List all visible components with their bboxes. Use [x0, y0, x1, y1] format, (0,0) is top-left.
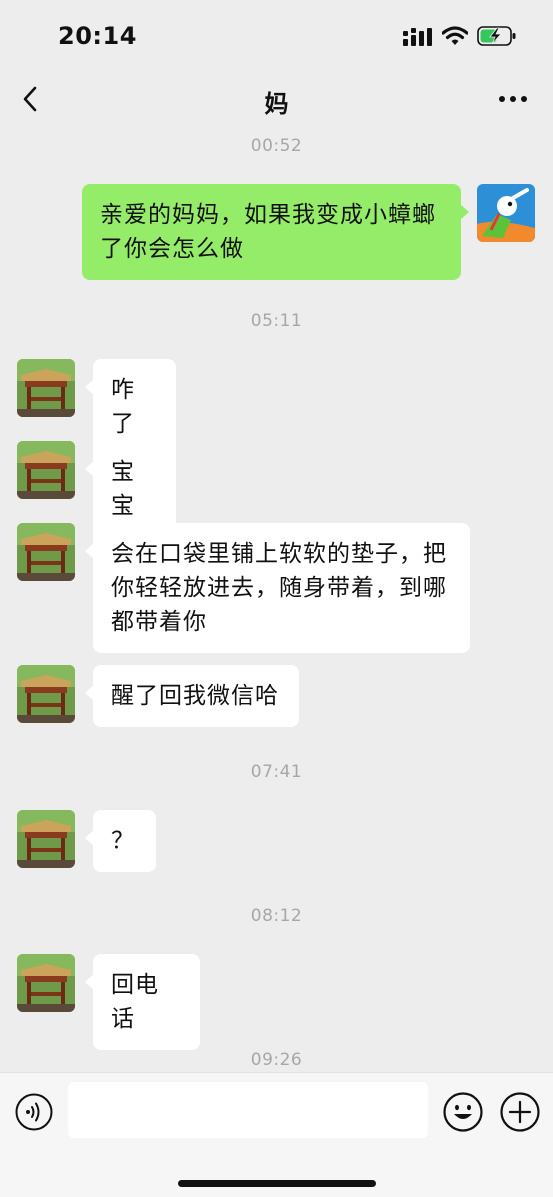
battery-icon — [477, 26, 516, 46]
pavilion-photo-image — [17, 810, 75, 868]
chat-screen: 20:14 妈 00:52 亲爱的妈妈，如果我变成小蟑螂了你会怎么做 05:11… — [0, 0, 553, 1197]
contact-avatar[interactable] — [17, 665, 75, 723]
timestamp: 07:41 — [250, 762, 303, 782]
pavilion-photo-image — [17, 441, 75, 499]
message-bubble-received[interactable]: ？ — [85, 810, 156, 872]
contact-avatar[interactable] — [17, 523, 75, 581]
nav-bar: 妈 — [0, 72, 553, 128]
timestamp: 05:11 — [250, 311, 303, 331]
voice-icon[interactable] — [14, 1092, 54, 1132]
message-bubble-received[interactable]: 会在口袋里铺上软软的垫子，把你轻轻放进去，随身带着，到哪都带着你 — [85, 523, 470, 653]
timestamp: 09:26 — [250, 1050, 303, 1070]
status-time: 20:14 — [58, 22, 137, 50]
contact-avatar[interactable] — [17, 954, 75, 1012]
my-avatar[interactable] — [477, 184, 535, 242]
input-bar — [0, 1072, 553, 1197]
pavilion-photo-image — [17, 954, 75, 1012]
message-bubble-received[interactable]: 回电话 — [85, 954, 200, 1050]
signal-icon — [403, 28, 432, 46]
pavilion-photo-image — [17, 523, 75, 581]
chat-title: 妈 — [264, 90, 289, 118]
more-icon[interactable] — [498, 94, 528, 104]
message-bubble-sent[interactable]: 亲爱的妈妈，如果我变成小蟑螂了你会怎么做 — [82, 184, 469, 280]
contact-avatar[interactable] — [17, 441, 75, 499]
wifi-icon — [442, 26, 468, 45]
home-indicator — [178, 1180, 376, 1187]
pavilion-photo-image — [17, 359, 75, 417]
message-input[interactable] — [68, 1082, 428, 1138]
contact-avatar[interactable] — [17, 810, 75, 868]
cartoon-avatar-image — [477, 184, 535, 242]
timestamp: 00:52 — [250, 136, 303, 156]
message-bubble-received[interactable]: 醒了回我微信哈 — [85, 665, 299, 727]
timestamp: 08:12 — [250, 906, 303, 926]
plus-icon[interactable] — [499, 1091, 541, 1133]
pavilion-photo-image — [17, 665, 75, 723]
contact-avatar[interactable] — [17, 359, 75, 417]
emoji-icon[interactable] — [442, 1091, 484, 1133]
status-bar: 20:14 — [0, 0, 553, 72]
